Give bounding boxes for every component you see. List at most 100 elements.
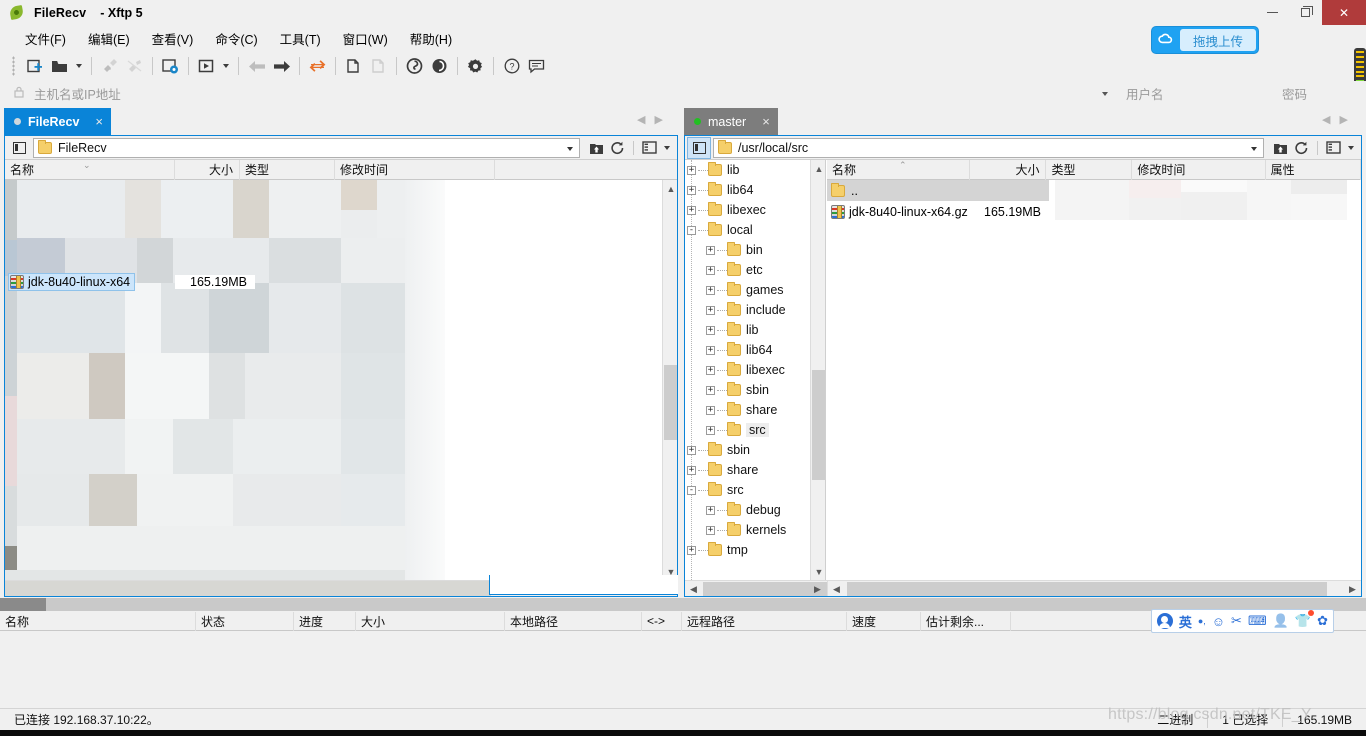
- tree-vertical-scrollbar[interactable]: ▲ ▼: [810, 160, 825, 580]
- open-folder-icon[interactable]: [47, 54, 72, 78]
- menu-edit[interactable]: 编辑(E): [77, 25, 141, 52]
- local-path-dropdown-caret[interactable]: [567, 146, 573, 151]
- tree-node-include[interactable]: + include: [685, 300, 825, 320]
- chinese-eng-toggle-icon[interactable]: 英: [1179, 612, 1192, 631]
- tree-expand-icon[interactable]: +: [706, 365, 715, 375]
- menu-help[interactable]: 帮助(H): [399, 25, 463, 52]
- tree-node-libexec[interactable]: + libexec: [685, 200, 825, 220]
- tree-node-kernels[interactable]: + kernels: [685, 520, 825, 540]
- tree-node-bin[interactable]: + bin: [685, 240, 825, 260]
- local-file-list[interactable]: jdk-8u40-linux-x64 165.19MB ▲ ▼: [5, 180, 677, 580]
- remote-tab-next-icon[interactable]: ▶: [1339, 113, 1347, 126]
- person-icon[interactable]: 👤: [1273, 613, 1289, 629]
- local-tab-prev-icon[interactable]: ◀: [637, 113, 645, 126]
- local-list-item[interactable]: jdk-8u40-linux-x64 165.19MB: [5, 271, 461, 292]
- tab-filerecv-close-icon[interactable]: ×: [95, 115, 103, 128]
- remote-view-mode-icon[interactable]: [1323, 138, 1344, 158]
- tree-expand-icon[interactable]: +: [706, 285, 715, 295]
- menu-file[interactable]: 文件(F): [14, 25, 77, 52]
- toolbar-grip[interactable]: [12, 56, 15, 76]
- half-width-icon[interactable]: ●,: [1198, 616, 1206, 626]
- transfer-rows[interactable]: [0, 631, 1366, 701]
- tree-node-lib[interactable]: + lib: [685, 160, 825, 180]
- open-dropdown-caret[interactable]: [72, 54, 86, 78]
- tree-expand-icon[interactable]: +: [687, 185, 696, 195]
- local-split-view-icon[interactable]: [8, 138, 30, 158]
- tree-scroll-down-icon[interactable]: ▼: [811, 563, 825, 580]
- tree-scroll-right-icon[interactable]: ▶: [809, 581, 826, 597]
- remote-directory-tree[interactable]: + lib + lib64 + libexec - local + bin + etc + games + i…: [685, 160, 826, 580]
- transfer-col-progress[interactable]: 进度: [294, 611, 356, 631]
- back-icon[interactable]: [244, 54, 269, 78]
- remote-col-type[interactable]: 类型: [1046, 159, 1133, 180]
- feedback-icon[interactable]: [524, 54, 549, 78]
- tree-expand-icon[interactable]: +: [687, 205, 696, 215]
- tree-expand-icon[interactable]: +: [706, 525, 715, 535]
- transfer-col-remotepath[interactable]: 远程路径: [682, 611, 847, 631]
- remote-tab-prev-icon[interactable]: ◀: [1322, 113, 1330, 126]
- remote-path-dropdown-caret[interactable]: [1251, 146, 1257, 151]
- local-view-mode-icon[interactable]: [639, 138, 660, 158]
- remote-path-input[interactable]: /usr/local/src: [713, 137, 1264, 158]
- local-tab-next-icon[interactable]: ▶: [654, 113, 662, 126]
- scissors-icon[interactable]: ✂: [1231, 613, 1242, 629]
- transfer-col-status[interactable]: 状态: [196, 611, 294, 631]
- options-gear-icon[interactable]: [463, 54, 488, 78]
- tree-expand-icon[interactable]: +: [706, 265, 715, 275]
- remote-list-scroll-right-icon[interactable]: ▶: [1344, 581, 1361, 597]
- remote-scroll-left-icon[interactable]: ◀: [685, 581, 702, 597]
- menu-window[interactable]: 窗口(W): [332, 25, 399, 52]
- host-dropdown-caret[interactable]: [1102, 92, 1108, 96]
- username-input[interactable]: 用户名: [1118, 83, 1268, 104]
- tree-node-etc[interactable]: + etc: [685, 260, 825, 280]
- transfer-col-size[interactable]: 大小: [356, 611, 505, 631]
- tab-master[interactable]: master ×: [684, 108, 778, 135]
- tree-expand-icon[interactable]: +: [687, 165, 696, 175]
- tree-expand-icon[interactable]: +: [706, 425, 715, 435]
- remote-list-hscroll-thumb[interactable]: [847, 582, 1327, 596]
- sync-browse-icon[interactable]: [305, 54, 330, 78]
- tree-expand-icon[interactable]: +: [687, 545, 696, 555]
- tree-expand-icon[interactable]: +: [706, 305, 715, 315]
- session-settings-icon[interactable]: [158, 54, 183, 78]
- local-col-type[interactable]: 类型: [240, 159, 335, 180]
- run-dropdown-caret[interactable]: [219, 54, 233, 78]
- transfer-col-direction[interactable]: <->: [642, 611, 682, 631]
- emoji-icon[interactable]: ☺: [1212, 614, 1225, 629]
- local-view-dropdown-caret[interactable]: [660, 138, 673, 158]
- tree-scroll-up-icon[interactable]: ▲: [811, 160, 825, 177]
- xftp-icon[interactable]: [427, 54, 452, 78]
- tree-collapse-icon[interactable]: -: [687, 485, 696, 495]
- remote-list-scroll-left-icon[interactable]: ◀: [828, 581, 845, 597]
- tree-node-lib64[interactable]: + lib64: [685, 180, 825, 200]
- tree-node-sbin[interactable]: + sbin: [685, 380, 825, 400]
- run-icon[interactable]: [194, 54, 219, 78]
- tree-expand-icon[interactable]: +: [706, 245, 715, 255]
- drag-upload-button[interactable]: 拖拽上传: [1151, 27, 1258, 53]
- minimize-button[interactable]: [1256, 0, 1289, 25]
- tree-node-debug[interactable]: + debug: [685, 500, 825, 520]
- tree-node-src[interactable]: - src: [685, 480, 825, 500]
- transfer-tab-active[interactable]: [0, 598, 46, 611]
- tree-node-libexec[interactable]: + libexec: [685, 360, 825, 380]
- menu-view[interactable]: 查看(V): [141, 25, 205, 52]
- tree-expand-icon[interactable]: +: [706, 505, 715, 515]
- host-input[interactable]: 主机名或IP地址: [14, 83, 1114, 104]
- menu-tools[interactable]: 工具(T): [269, 25, 332, 52]
- local-path-input[interactable]: FileRecv: [33, 137, 580, 158]
- ime-toolbar[interactable]: 英 ●, ☺ ✂ ⌨ 👤 👕 ✿: [1150, 609, 1334, 633]
- transfer-col-speed[interactable]: 速度: [847, 611, 921, 631]
- tree-expand-icon[interactable]: +: [687, 445, 696, 455]
- forward-icon[interactable]: [269, 54, 294, 78]
- tab-filerecv[interactable]: FileRecv ×: [4, 108, 112, 135]
- transfer-col-localpath[interactable]: 本地路径: [505, 611, 642, 631]
- tree-expand-icon[interactable]: +: [706, 325, 715, 335]
- local-refresh-icon[interactable]: [607, 138, 628, 158]
- local-col-size[interactable]: 大小: [175, 159, 240, 180]
- tree-collapse-icon[interactable]: -: [687, 225, 696, 235]
- tree-node-src[interactable]: + src: [685, 420, 825, 440]
- transfer-col-name[interactable]: 名称: [0, 611, 196, 631]
- copy-icon[interactable]: [341, 54, 366, 78]
- remote-horizontal-scrollbar[interactable]: ◀ ▶ ◀ ▶: [685, 580, 1361, 596]
- tree-scroll-thumb[interactable]: [812, 370, 825, 480]
